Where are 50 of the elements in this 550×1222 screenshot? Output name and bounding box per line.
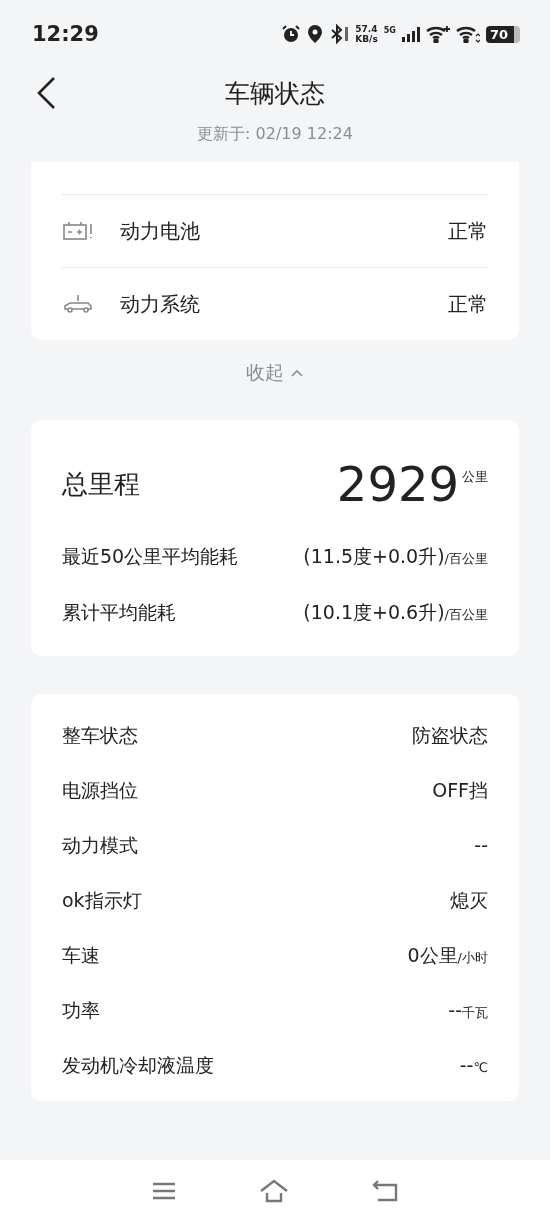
system-label: 动力系统 xyxy=(120,290,201,318)
status-unit: ℃ xyxy=(473,1059,488,1077)
status-value: -- xyxy=(448,998,462,1023)
updated-time: 更新于: 02/19 12:24 xyxy=(197,124,353,145)
menu-icon[interactable] xyxy=(151,1181,176,1201)
status-label: 电源挡位 xyxy=(62,778,138,803)
status-value: -- xyxy=(474,833,488,858)
status-label: ok指示灯 xyxy=(62,888,142,913)
status-value: OFF挡 xyxy=(432,778,488,803)
mileage-title: 总里程 xyxy=(62,467,140,501)
status-value: 防盗状态 xyxy=(412,723,488,748)
status-unit: 千瓦 xyxy=(462,1004,488,1022)
home-icon[interactable] xyxy=(259,1179,289,1203)
mileage-unit: 公里 xyxy=(462,468,488,486)
caret-icon xyxy=(290,368,304,378)
car-warning-icon xyxy=(62,293,94,315)
network-speed: 57.4 xyxy=(355,24,378,34)
status-unit: /小时 xyxy=(457,950,488,967)
system-status: 正常 xyxy=(448,290,488,318)
bluetooth-icon xyxy=(329,24,350,44)
consumption-value: (11.5度+0.0升) xyxy=(303,544,445,569)
consumption-label: 累计平均能耗 xyxy=(62,600,176,625)
location-icon xyxy=(307,24,324,44)
status-label: 发动机冷却液温度 xyxy=(62,1053,214,1078)
wifi-icon xyxy=(455,25,480,43)
system-status: 正常 xyxy=(448,217,488,245)
network-type: 5G xyxy=(383,26,396,35)
consumption-unit: /百公里 xyxy=(444,607,488,624)
status-value: 熄灭 xyxy=(450,888,488,913)
status-value: -- xyxy=(459,1053,474,1078)
status-label: 整车状态 xyxy=(62,723,138,748)
consumption-unit: /百公里 xyxy=(444,551,488,568)
mileage-value: 2929 xyxy=(336,458,459,510)
status-time: 12:29 xyxy=(32,22,99,46)
battery-warning-icon xyxy=(62,220,94,242)
wifi-icon xyxy=(425,25,450,43)
battery-level: 70 xyxy=(485,25,520,43)
alarm-icon xyxy=(281,24,302,44)
status-label: 功率 xyxy=(62,998,100,1023)
network-speed-unit: KB/s xyxy=(355,34,378,44)
consumption-value: (10.1度+0.6升) xyxy=(303,600,445,625)
status-value: 0公里 xyxy=(407,943,458,968)
collapse-button[interactable]: 收起 xyxy=(246,360,304,386)
consumption-label: 最近50公里平均能耗 xyxy=(62,544,239,569)
page-title: 车辆状态 xyxy=(225,78,325,110)
back-icon[interactable] xyxy=(36,76,56,110)
status-label: 车速 xyxy=(62,943,100,968)
signal-icon xyxy=(401,26,420,42)
system-label: 动力电池 xyxy=(120,217,201,245)
status-label: 动力模式 xyxy=(62,833,138,858)
